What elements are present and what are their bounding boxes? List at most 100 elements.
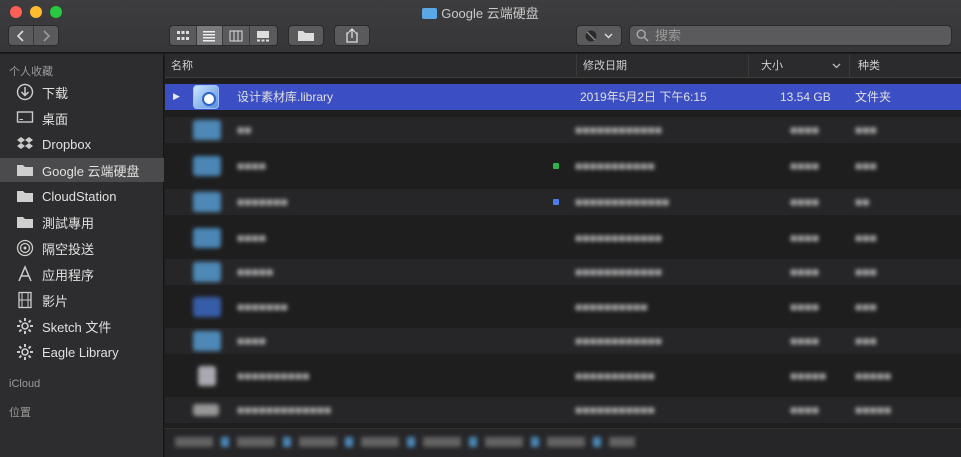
sidebar-item-label: 測試專用 xyxy=(42,215,95,231)
column-size[interactable]: 大小 xyxy=(748,54,849,78)
table-row[interactable]: ■■■■ ■■■■■■■■■■■■ ■■■■ ■■■ xyxy=(165,225,961,251)
folder-icon xyxy=(193,156,221,176)
folder-icon xyxy=(16,161,34,179)
folder-icon xyxy=(193,120,221,140)
locations-header[interactable]: 位置 xyxy=(9,404,31,420)
folder-icon xyxy=(422,8,438,19)
icon-view-button[interactable] xyxy=(170,26,197,45)
window-title: Google 云端硬盘 xyxy=(0,3,961,22)
column-size-label: 大小 xyxy=(761,60,783,72)
file-name: ■■■■■■■ xyxy=(237,195,288,209)
file-kind: 文件夹 xyxy=(855,90,892,104)
sort-chevron-down-icon xyxy=(832,63,841,69)
sidebar-item-label: 隔空投送 xyxy=(42,241,95,257)
search-input[interactable] xyxy=(655,28,935,43)
folder-icon xyxy=(16,187,34,205)
sidebar-item-label: Sketch 文件 xyxy=(42,319,112,335)
forward-button[interactable] xyxy=(33,26,58,45)
list-view-button[interactable] xyxy=(196,26,224,45)
sidebar-item-eagle-library[interactable]: Eagle Library xyxy=(0,340,164,364)
table-row[interactable]: ■■■■■■■■■■■■■ ■■■■■■■■■■■ ■■■■ ■■■■■ xyxy=(165,397,961,423)
folder-icon xyxy=(193,331,221,351)
sidebar-item-airdrop[interactable]: 隔空投送 xyxy=(0,236,164,260)
sidebar-item-test[interactable]: 測試專用 xyxy=(0,210,164,234)
file-modified: 2019年5月2日 下午6:15 xyxy=(580,90,707,104)
table-row[interactable]: ■■■■■ ■■■■■■■■■■■■ ■■■■ ■■■ xyxy=(165,259,961,285)
file-modified: ■■■■■■■■■■■ xyxy=(575,369,655,383)
table-row[interactable]: ■■■■■■■ ■■■■■■■■■■ ■■■■ ■■■ xyxy=(165,294,961,320)
table-row[interactable]: ■■■■■■■ ■■■■■■■■■■■■■ ■■■■ ■■ xyxy=(165,189,961,215)
column-header: 名称 修改日期 大小 种类 xyxy=(165,54,961,78)
file-modified: ■■■■■■■■■■■■ xyxy=(575,123,662,137)
file-size: 13.54 GB xyxy=(780,90,831,104)
file-kind: ■■■ xyxy=(855,231,877,245)
file-size: ■■■■■ xyxy=(790,369,827,383)
sidebar-item-google-drive[interactable]: Google 云端硬盘 xyxy=(0,158,164,182)
disclosure-triangle-icon[interactable]: ▶ xyxy=(173,91,180,102)
group-button[interactable] xyxy=(288,25,324,46)
file-name: ■■■■ xyxy=(237,159,266,173)
dropbox-icon xyxy=(16,135,34,153)
column-kind[interactable]: 种类 xyxy=(849,54,961,78)
file-size: ■■■■ xyxy=(790,334,819,348)
sidebar-item-sketch[interactable]: Sketch 文件 xyxy=(0,314,164,338)
table-row[interactable]: ■■■■ ■■■■■■■■■■■ ■■■■ ■■■ xyxy=(165,153,961,179)
column-name[interactable]: 名称 xyxy=(165,54,576,78)
file-size: ■■■■ xyxy=(790,195,819,209)
table-row[interactable]: ■■■■■■■■■■ ■■■■■■■■■■■ ■■■■■ ■■■■■ xyxy=(165,363,961,389)
file-modified: ■■■■■■■■■■■ xyxy=(575,159,655,173)
file-modified: ■■■■■■■■■■■■■ xyxy=(575,195,670,209)
document-icon xyxy=(193,404,219,416)
tag-icon xyxy=(585,30,597,41)
file-size: ■■■■ xyxy=(790,300,819,314)
sidebar-item-label: 下载 xyxy=(42,85,69,101)
file-kind: ■■■ xyxy=(855,300,877,314)
blue-tag-icon xyxy=(553,199,559,205)
file-list: 名称 修改日期 大小 种类 ▶ 设计素材库.library 2019年5月2日 … xyxy=(165,54,961,457)
path-bar-segments[interactable] xyxy=(175,437,635,447)
gallery-view-button[interactable] xyxy=(249,26,277,45)
sidebar-item-dropbox[interactable]: Dropbox xyxy=(0,132,164,156)
file-kind: ■■■ xyxy=(855,265,877,279)
file-kind: ■■■ xyxy=(855,159,877,173)
sidebar-item-label: 影片 xyxy=(42,293,69,309)
download-icon xyxy=(16,83,34,101)
search-icon xyxy=(636,29,649,42)
chevron-down-icon xyxy=(604,33,613,38)
sidebar-item-cloudstation[interactable]: CloudStation xyxy=(0,184,164,208)
desktop-icon xyxy=(16,109,34,127)
airdrop-icon xyxy=(16,239,34,257)
folder-icon xyxy=(193,262,221,282)
sidebar-item-downloads[interactable]: 下载 xyxy=(0,80,164,104)
tags-button[interactable] xyxy=(576,25,622,46)
grid-icon xyxy=(176,30,189,40)
folder-icon xyxy=(16,213,34,231)
chevron-right-icon xyxy=(43,29,50,42)
column-view-button[interactable] xyxy=(223,26,250,45)
table-row[interactable]: ■■ ■■■■■■■■■■■■ ■■■■ ■■■ xyxy=(165,117,961,143)
share-button[interactable] xyxy=(334,25,370,46)
column-modified[interactable]: 修改日期 xyxy=(576,54,748,78)
gear-icon xyxy=(16,343,34,361)
icloud-header[interactable]: iCloud xyxy=(9,378,40,390)
back-button[interactable] xyxy=(9,26,34,45)
sidebar-item-label: 桌面 xyxy=(42,111,69,127)
view-mode-selector xyxy=(169,25,278,46)
table-row[interactable]: ▶ 设计素材库.library 2019年5月2日 下午6:15 13.54 G… xyxy=(165,84,961,110)
file-name: ■■■■■■■■■■■■■ xyxy=(237,403,332,417)
favorites-header: 个人收藏 xyxy=(9,66,53,78)
file-name: ■■■■■■■ xyxy=(237,300,288,314)
sidebar: 个人收藏 下载 桌面 Dropbox Google 云端硬盘 CloudStat… xyxy=(0,54,164,457)
sidebar-item-movies[interactable]: 影片 xyxy=(0,288,164,312)
columns-icon xyxy=(229,30,243,41)
sidebar-item-desktop[interactable]: 桌面 xyxy=(0,106,164,130)
file-name: ■■■■■ xyxy=(237,265,274,279)
path-bar xyxy=(165,428,961,457)
search-field[interactable] xyxy=(629,25,952,46)
nav-buttons xyxy=(8,25,59,46)
sidebar-item-applications[interactable]: 应用程序 xyxy=(0,262,164,286)
file-name: ■■■■■■■■■■ xyxy=(237,369,310,383)
file-size: ■■■■ xyxy=(790,403,819,417)
sidebar-item-label: CloudStation xyxy=(42,188,117,204)
table-row[interactable]: ■■■■ ■■■■■■■■■■■■ ■■■■ ■■■ xyxy=(165,328,961,354)
